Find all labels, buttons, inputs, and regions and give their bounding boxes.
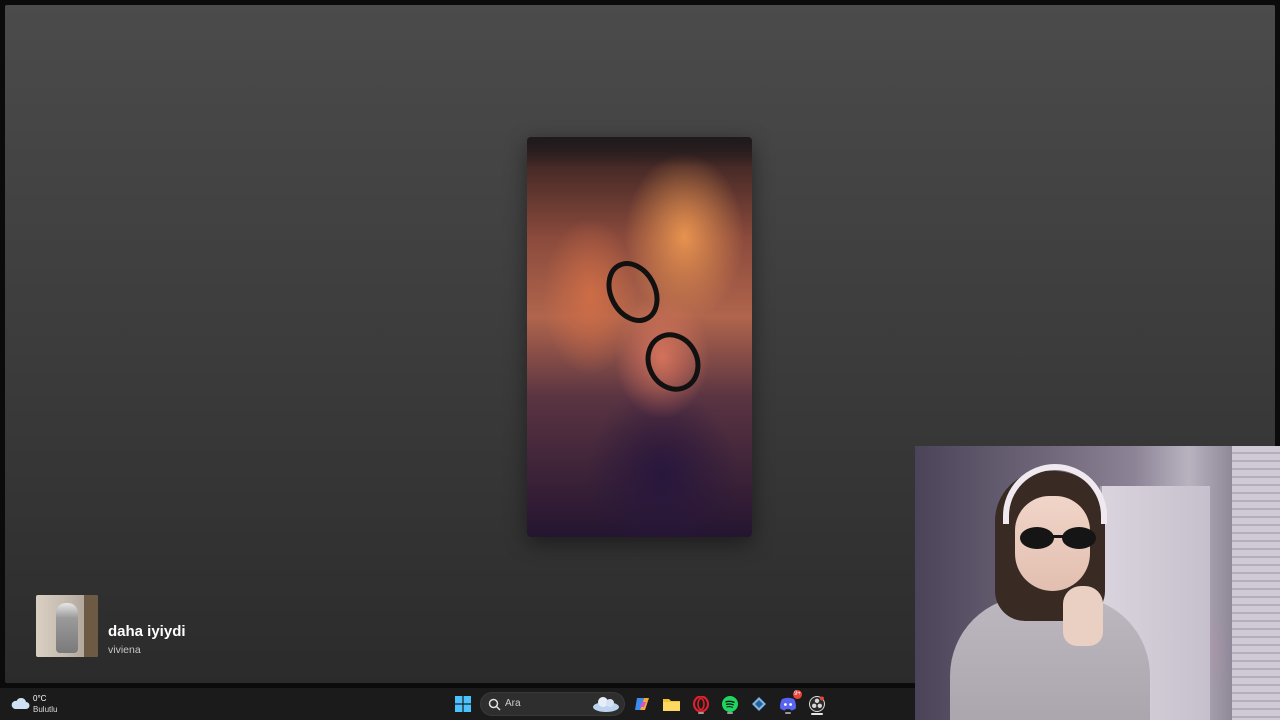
folder-icon <box>662 699 680 711</box>
search-icon <box>488 698 501 711</box>
webcam-hand <box>1063 586 1103 646</box>
weather-temperature: 0°C <box>33 694 47 703</box>
video-top-shade <box>527 137 752 167</box>
opera-icon <box>693 696 709 712</box>
webcam-headphones <box>1003 464 1107 524</box>
opera-button[interactable] <box>690 693 712 715</box>
video-frame[interactable] <box>527 137 752 537</box>
copilot-icon <box>635 698 649 710</box>
copilot-button[interactable] <box>631 693 653 715</box>
diamond-app-icon <box>752 697 766 711</box>
discord-icon <box>780 697 796 711</box>
track-title[interactable]: daha iyiydi <box>108 623 186 640</box>
weather-condition: Bulutlu <box>33 705 58 714</box>
file-explorer-button[interactable] <box>660 693 682 715</box>
app-button[interactable] <box>748 693 770 715</box>
running-indicator <box>785 712 791 714</box>
active-indicator <box>811 713 823 715</box>
spotify-icon <box>722 696 738 712</box>
discord-button[interactable]: 9+ <box>777 690 802 715</box>
search-highlight-icon <box>593 697 619 712</box>
webcam-overlay <box>915 446 1280 720</box>
running-indicator <box>727 712 733 714</box>
glasses-shape <box>606 261 701 392</box>
now-playing-card[interactable]: daha iyiydi viviena <box>36 595 296 657</box>
obs-button[interactable] <box>806 693 828 715</box>
start-button[interactable] <box>452 693 474 715</box>
taskbar-search[interactable]: Ara <box>480 692 625 716</box>
notification-badge: 9+ <box>793 690 802 699</box>
album-art-figure <box>56 603 78 653</box>
webcam-sunglasses <box>1020 527 1096 549</box>
running-indicator <box>698 712 704 714</box>
album-art[interactable] <box>36 595 98 657</box>
album-art-door <box>84 595 98 657</box>
track-artist[interactable]: viviena <box>108 644 141 656</box>
spotify-button[interactable] <box>719 693 741 715</box>
taskbar: 0°C Bulutlu Ara 9+ <box>0 688 915 720</box>
weather-widget[interactable]: 0°C Bulutlu <box>10 693 90 715</box>
obs-icon <box>809 696 825 712</box>
cloud-icon <box>11 697 30 709</box>
windows-logo-icon <box>455 696 471 712</box>
search-placeholder: Ara <box>505 698 521 709</box>
webcam-window-blind <box>1232 446 1280 720</box>
